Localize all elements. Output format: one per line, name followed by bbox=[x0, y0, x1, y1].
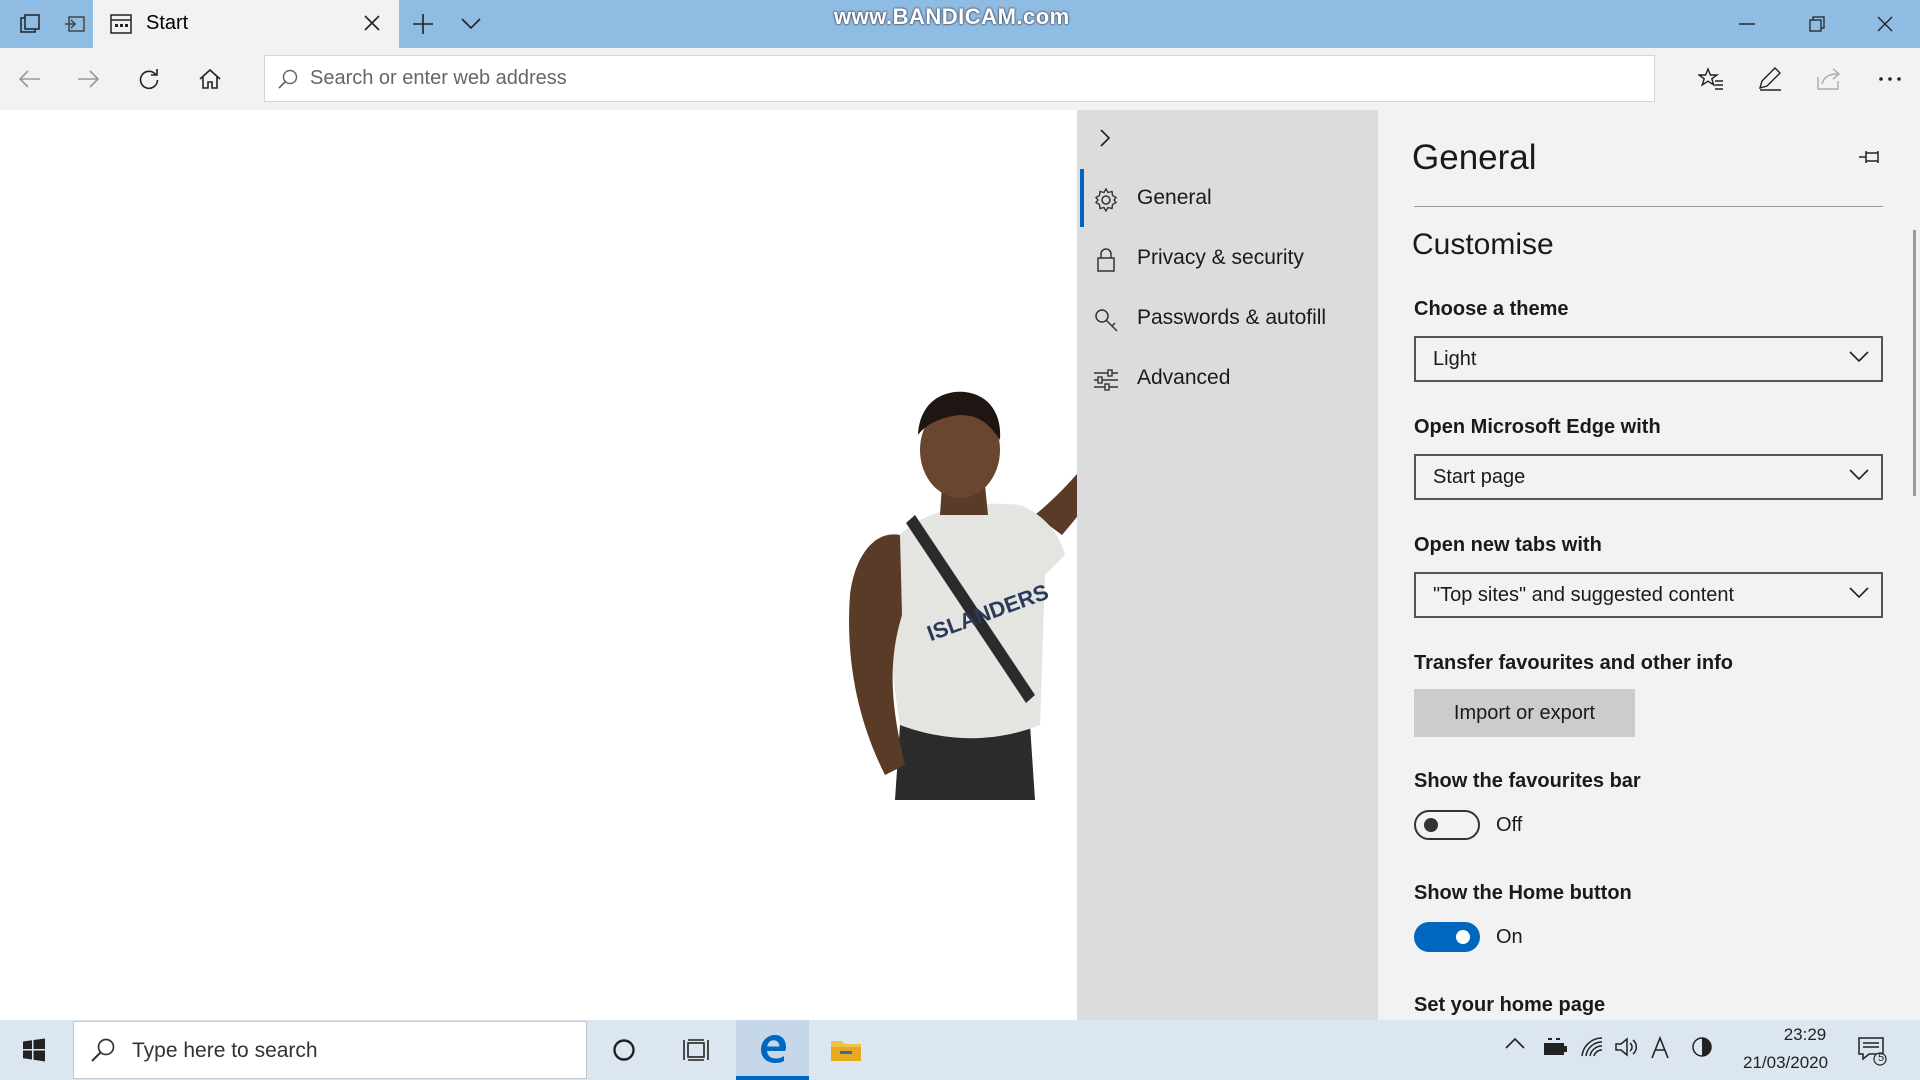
edge-taskbar-item[interactable] bbox=[736, 1020, 809, 1080]
clock-date[interactable]: 21/03/2020 bbox=[1743, 1053, 1828, 1073]
key-icon bbox=[1093, 307, 1119, 333]
tab-preview-chevron-icon[interactable] bbox=[441, 0, 501, 48]
battery-icon[interactable] bbox=[1542, 1038, 1568, 1058]
home-button-label: Show the Home button bbox=[1414, 882, 1632, 904]
cortana-icon[interactable] bbox=[590, 1020, 658, 1080]
open-with-dropdown[interactable]: Start page bbox=[1414, 454, 1883, 500]
minimize-icon[interactable] bbox=[1717, 0, 1777, 48]
favourites-bar-toggle[interactable] bbox=[1414, 810, 1480, 840]
lock-icon bbox=[1093, 247, 1119, 273]
title-bar: Start www.BANDICAM.com bbox=[0, 0, 1920, 48]
settings-nav-label: Passwords & autofill bbox=[1137, 306, 1327, 329]
settings-nav-label: Privacy & security bbox=[1137, 246, 1304, 269]
tab-start[interactable]: Start bbox=[93, 0, 399, 48]
chevron-down-icon bbox=[1849, 469, 1869, 481]
notification-count: 5 bbox=[1877, 1052, 1885, 1064]
home-page-label: Set your home page bbox=[1414, 994, 1606, 1016]
back-arrow-icon[interactable] bbox=[0, 48, 60, 110]
pen-notes-icon[interactable] bbox=[1740, 48, 1800, 110]
import-export-button[interactable]: Import or export bbox=[1414, 689, 1635, 737]
settings-nav-label: Advanced bbox=[1137, 366, 1231, 389]
gear-icon bbox=[1093, 187, 1119, 213]
settings-nav-passwords[interactable]: Passwords & autofill bbox=[1077, 295, 1378, 343]
volume-icon[interactable] bbox=[1614, 1036, 1640, 1058]
clock-time[interactable]: 23:29 bbox=[1763, 1025, 1847, 1045]
task-view-icon[interactable] bbox=[662, 1020, 730, 1080]
theme-dropdown[interactable]: Light bbox=[1414, 336, 1883, 382]
settings-nav-general[interactable]: General bbox=[1077, 175, 1378, 223]
settings-nav-privacy[interactable]: Privacy & security bbox=[1077, 235, 1378, 283]
chevron-up-icon[interactable] bbox=[1505, 1036, 1525, 1050]
chevron-down-icon bbox=[1849, 351, 1869, 363]
input-language-icon[interactable] bbox=[1650, 1036, 1670, 1060]
home-icon[interactable] bbox=[180, 48, 240, 110]
settings-panel: General Customise Choose a theme Light O… bbox=[1378, 110, 1920, 1020]
new-tabs-label: Open new tabs with bbox=[1414, 534, 1602, 556]
recording-watermark: www.BANDICAM.com bbox=[834, 4, 1070, 29]
transfer-label: Transfer favourites and other info bbox=[1414, 652, 1733, 674]
wifi-icon[interactable] bbox=[1580, 1036, 1604, 1058]
file-explorer-icon[interactable] bbox=[812, 1020, 880, 1080]
collapse-chevron-icon[interactable] bbox=[1099, 128, 1111, 148]
favourites-bar-label: Show the favourites bar bbox=[1414, 770, 1641, 792]
settings-nav-label: General bbox=[1137, 186, 1212, 209]
open-with-value: Start page bbox=[1433, 466, 1526, 488]
more-options-icon[interactable] bbox=[1860, 48, 1920, 110]
pin-icon[interactable] bbox=[1858, 147, 1884, 167]
taskbar-search-box[interactable]: Type here to search bbox=[73, 1021, 587, 1079]
new-tabs-value: "Top sites" and suggested content bbox=[1433, 584, 1735, 606]
settings-nav-pane: General Privacy & security Passwords & a… bbox=[1077, 110, 1378, 1020]
edge-icon bbox=[758, 1034, 788, 1064]
home-button-state: On bbox=[1496, 926, 1523, 948]
settings-nav-advanced[interactable]: Advanced bbox=[1077, 355, 1378, 403]
close-window-icon[interactable] bbox=[1855, 0, 1915, 48]
theme-label: Choose a theme bbox=[1414, 298, 1569, 320]
forward-arrow-icon[interactable] bbox=[58, 48, 118, 110]
favourites-star-icon[interactable] bbox=[1681, 48, 1741, 110]
taskbar-search-placeholder: Type here to search bbox=[132, 1039, 318, 1062]
toggle-knob bbox=[1456, 930, 1470, 944]
share-icon[interactable] bbox=[1799, 48, 1859, 110]
search-icon bbox=[90, 1037, 116, 1063]
tab-title: Start bbox=[146, 12, 189, 34]
page-title: General bbox=[1412, 138, 1537, 177]
night-light-icon[interactable] bbox=[1691, 1036, 1713, 1058]
restore-icon[interactable] bbox=[1787, 0, 1847, 48]
open-with-label: Open Microsoft Edge with bbox=[1414, 416, 1661, 438]
address-placeholder: Search or enter web address bbox=[310, 67, 567, 89]
toggle-knob bbox=[1424, 818, 1438, 832]
search-icon bbox=[277, 68, 299, 90]
address-bar[interactable]: Search or enter web address bbox=[264, 55, 1655, 102]
refresh-icon[interactable] bbox=[119, 48, 179, 110]
section-heading: Customise bbox=[1412, 228, 1554, 261]
theme-value: Light bbox=[1433, 348, 1477, 370]
close-tab-icon[interactable] bbox=[363, 14, 381, 32]
settings-scrollbar[interactable] bbox=[1913, 230, 1916, 496]
chevron-down-icon bbox=[1849, 587, 1869, 599]
page-icon bbox=[110, 14, 132, 34]
new-tabs-dropdown[interactable]: "Top sites" and suggested content bbox=[1414, 572, 1883, 618]
favourites-bar-state: Off bbox=[1496, 814, 1523, 836]
home-button-toggle[interactable] bbox=[1414, 922, 1480, 952]
sliders-icon bbox=[1093, 367, 1119, 393]
windows-start-icon[interactable] bbox=[0, 1020, 68, 1080]
title-divider bbox=[1414, 206, 1883, 207]
